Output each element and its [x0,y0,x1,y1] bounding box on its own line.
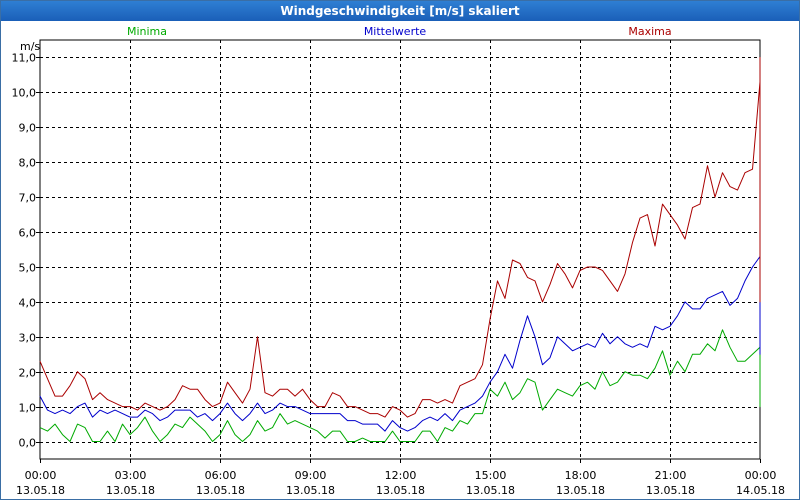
x-tick-date: 13.05.18 [286,484,335,497]
x-axis: 00:00 13.05.18 03:00 13.05.18 06:00 13.05.18 0… [16,459,785,497]
y-tick-label: 4,0 [19,297,37,310]
x-tick-date: 13.05.18 [196,484,245,497]
legend-entry: Mittelwerte [364,25,427,38]
y-tick-label: 10,0 [12,87,37,100]
y-tick-label: 11,0 [12,52,37,65]
legend-entry: Maxima [628,25,671,38]
legend: Minima Mittelwerte Maxima [127,25,672,38]
x-tick-date: 13.05.18 [376,484,425,497]
x-tick-time: 15:00 [475,469,507,482]
x-tick-time: 03:00 [115,469,147,482]
y-tick-label: 5,0 [19,262,37,275]
x-tick-time: 09:00 [295,469,327,482]
x-tick-date: 13.05.18 [556,484,605,497]
y-tick-label: 3,0 [19,332,37,345]
y-tick-label: 1,0 [19,402,37,415]
x-tick-time: 06:00 [205,469,237,482]
x-tick-date: 13.05.18 [646,484,695,497]
legend-entry: Minima [127,25,167,38]
y-tick-label: 8,0 [19,157,37,170]
chart-canvas: 0,0 1,0 2,0 3,0 4,0 5,0 6,0 7,0 8,0 9,0 10,0 11,0 0… [12,25,785,497]
x-tick-date: 13.05.18 [16,484,65,497]
x-tick-time: 00:00 [25,469,57,482]
y-tick-label: 7,0 [19,192,37,205]
x-tick-time: 21:00 [655,469,687,482]
y-tick-label: 0,0 [19,437,37,450]
x-tick-date: 14.05.18 [736,484,785,497]
y-tick-label: 6,0 [19,227,37,240]
x-tick-time: 00:00 [745,469,777,482]
y-axis: 0,0 1,0 2,0 3,0 4,0 5,0 6,0 7,0 8,0 9,0 10,0 11,0 [12,52,40,450]
y-tick-label: 2,0 [19,367,37,380]
x-tick-time: 18:00 [565,469,597,482]
x-tick-time: 12:00 [385,469,417,482]
x-tick-date: 13.05.18 [106,484,155,497]
y-axis-label: m/s [20,40,40,53]
x-tick-date: 13.05.18 [466,484,515,497]
y-tick-label: 9,0 [19,122,37,135]
